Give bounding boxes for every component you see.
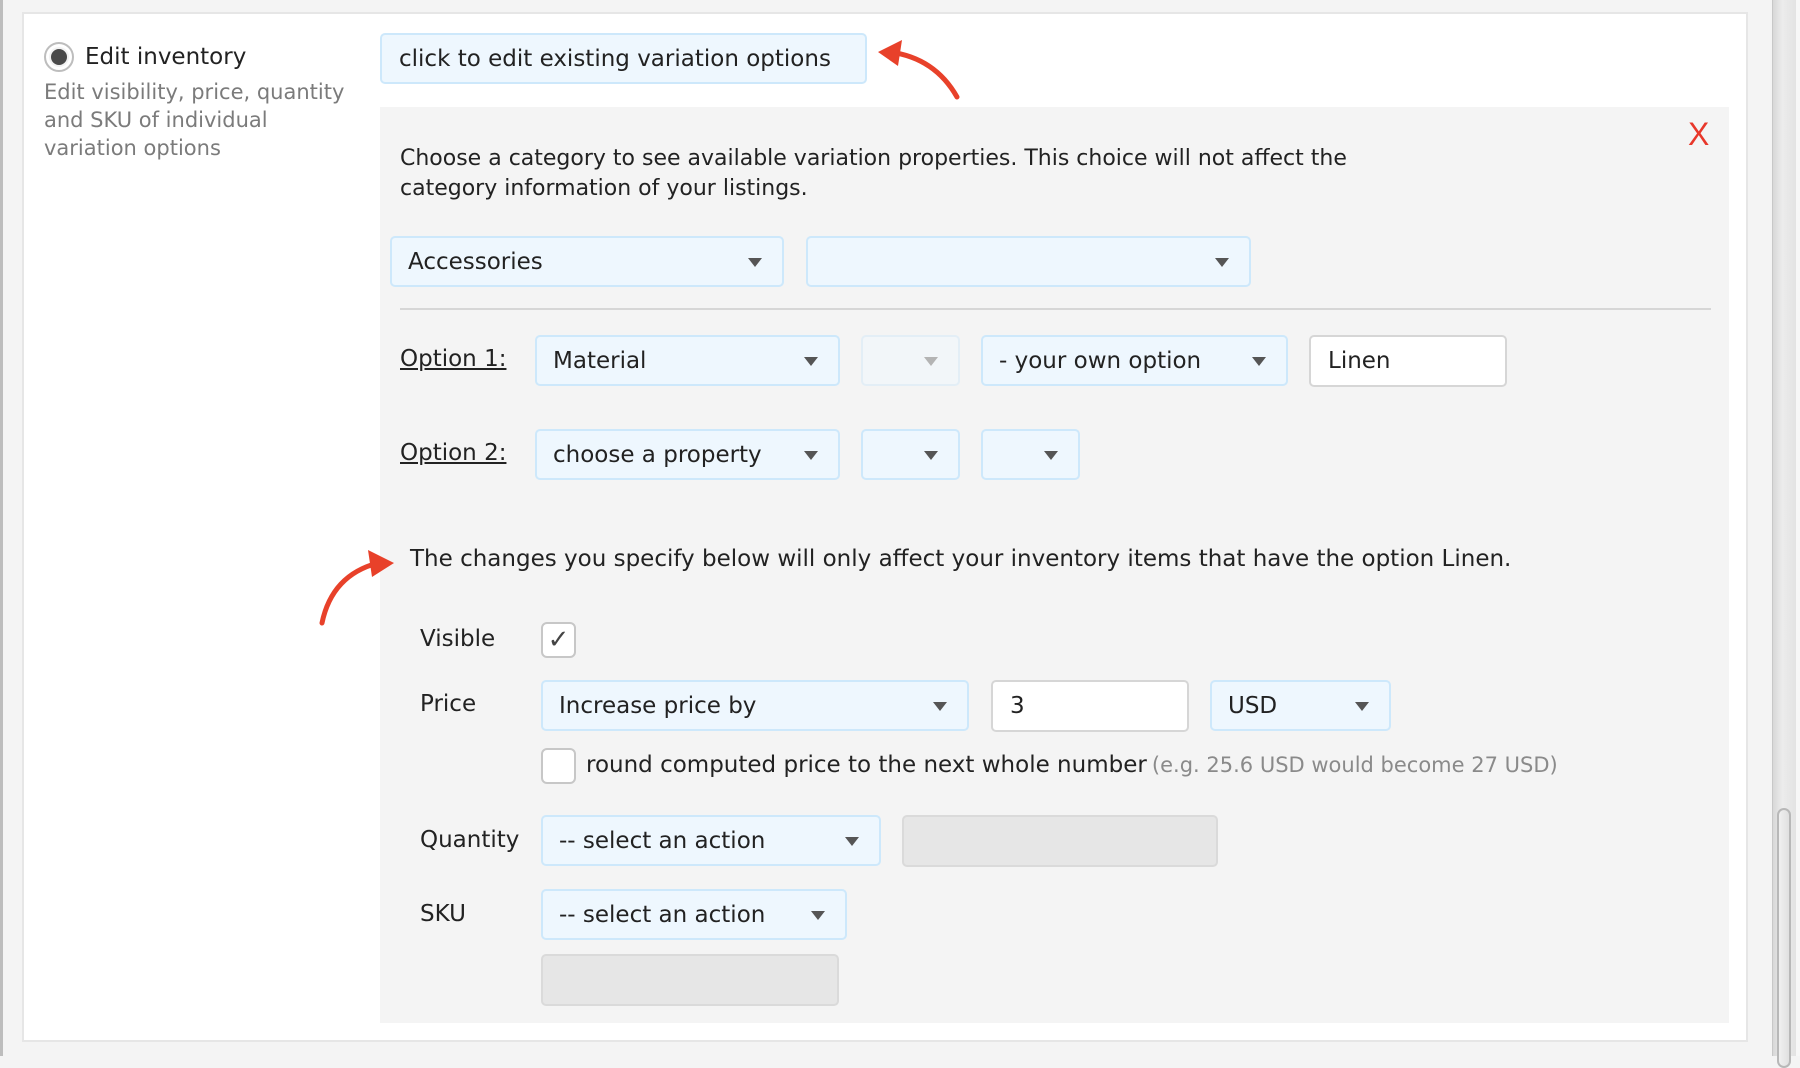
quantity-value-input [902, 815, 1218, 867]
annotation-arrow-note [319, 550, 394, 626]
option-1-value-select[interactable]: - your own option [981, 335, 1288, 386]
price-action-select[interactable]: Increase price by [541, 680, 969, 731]
divider [400, 308, 1711, 310]
visible-label: Visible [420, 626, 496, 652]
chevron-down-icon [804, 356, 818, 366]
quantity-action-value: -- select an action [559, 827, 766, 854]
chevron-down-icon [748, 257, 762, 267]
visible-checkbox[interactable]: ✓ [541, 622, 576, 658]
option-1-value-select-text: - your own option [999, 347, 1202, 374]
window-edge [0, 0, 3, 1056]
close-icon[interactable]: X [1688, 114, 1709, 154]
round-price-hint: (e.g. 25.6 USD would become 27 USD) [1151, 753, 1558, 777]
quantity-action-select[interactable]: -- select an action [541, 815, 881, 866]
scrollbar-thumb[interactable] [1777, 808, 1791, 1068]
round-price-row: round computed price to the next whole n… [586, 752, 1558, 778]
option-2-label[interactable]: Option 2: [400, 440, 506, 466]
scope-note: The changes you specify below will only … [410, 546, 1512, 572]
chevron-down-icon [924, 450, 938, 460]
price-amount-input[interactable]: 3 [991, 680, 1189, 732]
round-price-checkbox[interactable] [541, 748, 576, 784]
option-2-value-select[interactable] [981, 429, 1080, 480]
chevron-down-icon [1215, 257, 1229, 267]
edit-inventory-description: Edit visibility, price, quantity and SKU… [44, 80, 345, 160]
option-2-property-value: choose a property [553, 441, 762, 468]
category-instructions: Choose a category to see available varia… [400, 146, 1347, 201]
category-select-value: Accessories [408, 248, 543, 275]
sku-label: SKU [420, 901, 466, 927]
option-2-scale-select[interactable] [861, 429, 960, 480]
checkmark-icon: ✓ [547, 625, 570, 655]
window-edge-right [1796, 0, 1800, 1056]
option-1-label[interactable]: Option 1: [400, 346, 506, 372]
edit-existing-variations-button[interactable]: click to edit existing variation options [380, 33, 867, 84]
chevron-down-icon [1355, 701, 1369, 711]
chevron-down-icon [1044, 450, 1058, 460]
option-1-scale-select [861, 335, 960, 386]
option-1-property-select[interactable]: Material [535, 335, 840, 386]
chevron-down-icon [811, 910, 825, 920]
edit-inventory-option[interactable]: Edit inventory [44, 42, 246, 72]
chevron-down-icon [804, 450, 818, 460]
round-price-label[interactable]: round computed price to the next whole n… [586, 752, 1147, 778]
option-2-property-select[interactable]: choose a property [535, 429, 840, 480]
price-action-value: Increase price by [559, 692, 757, 719]
subcategory-select[interactable] [806, 236, 1251, 287]
option-1-value-input[interactable]: Linen [1309, 335, 1507, 387]
chevron-down-icon [924, 356, 938, 366]
edit-inventory-radio[interactable] [44, 42, 74, 72]
chevron-down-icon [933, 701, 947, 711]
option-1-property-value: Material [553, 347, 647, 374]
currency-select[interactable]: USD [1210, 680, 1391, 731]
sku-value-input [541, 954, 839, 1006]
option-1-value-input-text: Linen [1328, 348, 1391, 374]
radio-selected-dot [51, 49, 67, 65]
currency-value: USD [1228, 692, 1278, 719]
price-amount-value: 3 [1010, 693, 1025, 719]
edit-inventory-label: Edit inventory [85, 44, 247, 70]
chevron-down-icon [845, 836, 859, 846]
sku-action-value: -- select an action [559, 901, 766, 928]
price-label: Price [420, 691, 477, 717]
chevron-down-icon [1252, 356, 1266, 366]
sku-action-select[interactable]: -- select an action [541, 889, 847, 940]
quantity-label: Quantity [420, 827, 520, 853]
category-select[interactable]: Accessories [390, 236, 784, 287]
